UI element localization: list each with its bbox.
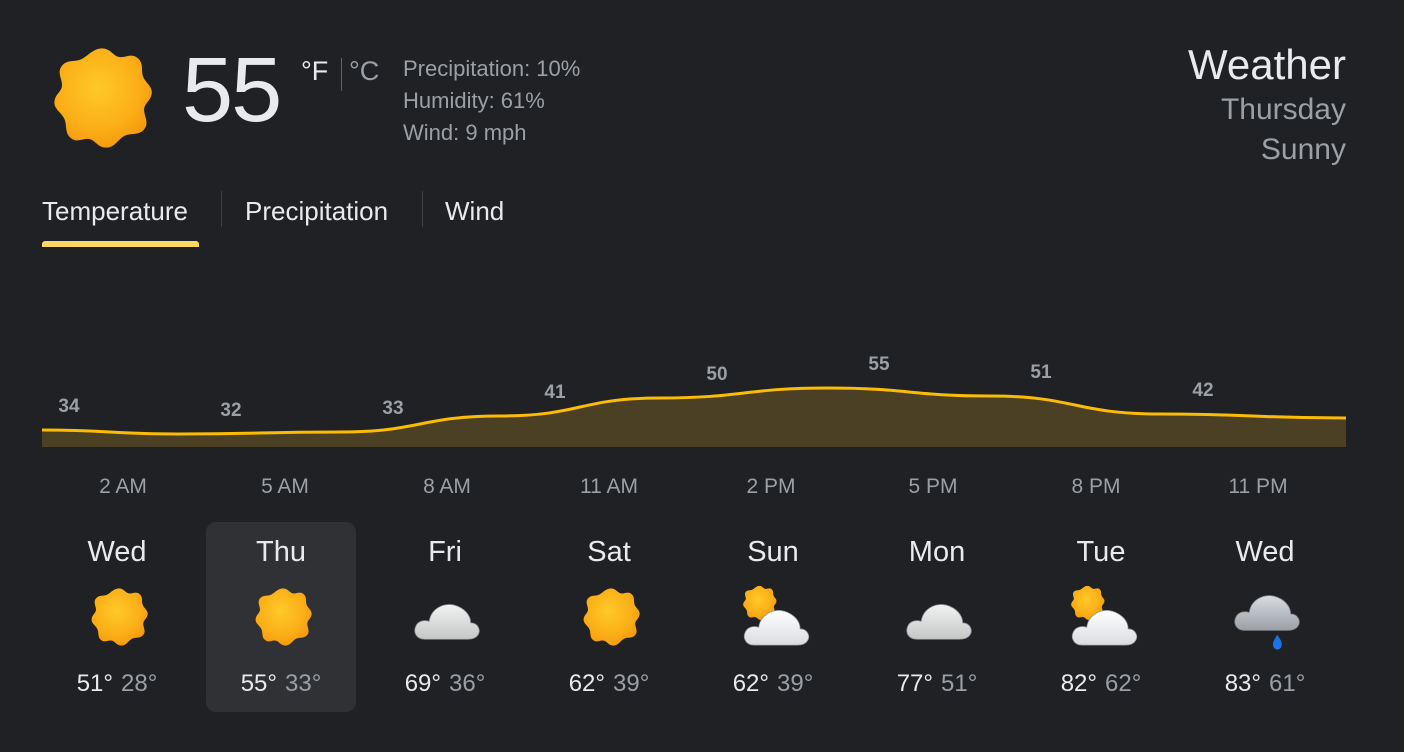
day-temperatures: 69° 36° (370, 670, 520, 698)
day-card-fri[interactable]: Fri 69° 36° (370, 522, 520, 712)
day-card-thu[interactable]: Thu 55° 33° (206, 522, 356, 712)
day-name: Wed (87, 536, 147, 568)
sun-icon (82, 580, 156, 654)
temperature-data-label: 51 (1030, 362, 1052, 383)
low-temp: 36° (449, 670, 486, 697)
high-temp: 55° (240, 670, 277, 697)
day-card-sun[interactable]: Sun 62° 39° (698, 522, 848, 712)
hour-label: 2 AM (99, 475, 147, 498)
temperature-data-label: 41 (544, 382, 566, 403)
high-temp: 51° (76, 670, 113, 697)
low-temp: 62° (1105, 670, 1142, 697)
high-temp: 83° (1224, 670, 1261, 697)
tab-divider (422, 191, 423, 227)
low-temp: 39° (613, 670, 650, 697)
temperature-data-label: 34 (58, 396, 80, 417)
high-temp: 69° (404, 670, 441, 697)
low-temp: 28° (121, 670, 158, 697)
low-temp: 51° (941, 670, 978, 697)
sun-icon (246, 580, 320, 654)
low-temp: 33° (285, 670, 322, 697)
wind-text: Wind: 9 mph (403, 120, 527, 145)
hour-label: 8 PM (1071, 475, 1121, 498)
high-temp: 62° (568, 670, 605, 697)
temperature-data-label: 32 (220, 400, 241, 421)
day-name: Sat (587, 536, 631, 568)
day-temperatures: 77° 51° (862, 670, 1012, 698)
sun-icon (48, 44, 156, 152)
day-temperatures: 55° 33° (206, 670, 356, 698)
day-temperatures: 83° 61° (1190, 670, 1340, 698)
temperature-data-label: 50 (706, 364, 727, 385)
low-temp: 61° (1269, 670, 1306, 697)
day-card-tue[interactable]: Tue 82° 62° (1026, 522, 1176, 712)
day-name: Wed (1235, 536, 1295, 568)
hour-label: 5 PM (908, 475, 958, 498)
unit-divider (341, 58, 342, 91)
day-temperatures: 62° 39° (698, 670, 848, 698)
day-name: Fri (428, 536, 462, 568)
day-card-wed[interactable]: Wed 51° 28° (42, 522, 192, 712)
hour-label: 11 AM (580, 475, 638, 498)
weather-day: Thursday (1220, 93, 1346, 126)
tab-precipitation[interactable]: Precipitation (245, 196, 388, 227)
partly-cloudy-icon (738, 580, 812, 654)
high-temp: 82° (1060, 670, 1097, 697)
cloud-icon (410, 580, 484, 654)
current-temperature: 55 (182, 39, 282, 141)
low-temp: 39° (777, 670, 814, 697)
humidity-text: Humidity: 61% (403, 88, 545, 113)
hour-label: 2 PM (746, 475, 796, 498)
weather-header: Weather Thursday Sunny (1188, 40, 1346, 170)
temperature-data-label: 55 (868, 354, 890, 375)
rain-icon (1230, 580, 1304, 654)
unit-celsius-button[interactable]: °C (349, 56, 379, 87)
day-card-mon[interactable]: Mon 77° 51° (862, 522, 1012, 712)
day-temperatures: 82° 62° (1026, 670, 1176, 698)
temperature-chart: 34 32 33 41 50 55 51 42 (41, 354, 1347, 447)
hour-label: 11 PM (1228, 475, 1288, 498)
current-details: Precipitation: 10% Humidity: 61% Wind: 9… (403, 53, 580, 149)
high-temp: 62° (732, 670, 769, 697)
high-temp: 77° (896, 670, 933, 697)
tab-temperature[interactable]: Temperature (42, 196, 188, 227)
sun-icon (574, 580, 648, 654)
unit-fahrenheit-button[interactable]: °F (301, 56, 328, 87)
day-name: Tue (1076, 536, 1126, 568)
hour-label: 8 AM (423, 475, 471, 498)
partly-cloudy-icon (1066, 580, 1140, 654)
day-temperatures: 51° 28° (42, 670, 192, 698)
temperature-data-label: 42 (1192, 380, 1213, 401)
precipitation-text: Precipitation: 10% (403, 56, 581, 81)
weather-condition: Sunny (1260, 133, 1346, 166)
weather-title: Weather (1188, 41, 1346, 88)
day-temperatures: 62° 39° (534, 670, 684, 698)
cloud-icon (902, 580, 976, 654)
tab-wind[interactable]: Wind (445, 196, 504, 227)
day-name: Thu (256, 536, 306, 568)
active-tab-indicator (42, 241, 199, 247)
day-card-sat[interactable]: Sat 62° 39° (534, 522, 684, 712)
day-name: Mon (908, 536, 966, 568)
tab-divider (221, 191, 222, 227)
hour-label: 5 AM (261, 475, 309, 498)
temperature-data-label: 33 (382, 398, 403, 419)
day-name: Sun (747, 536, 799, 568)
day-card-wed[interactable]: Wed 83° 61° (1190, 522, 1340, 712)
